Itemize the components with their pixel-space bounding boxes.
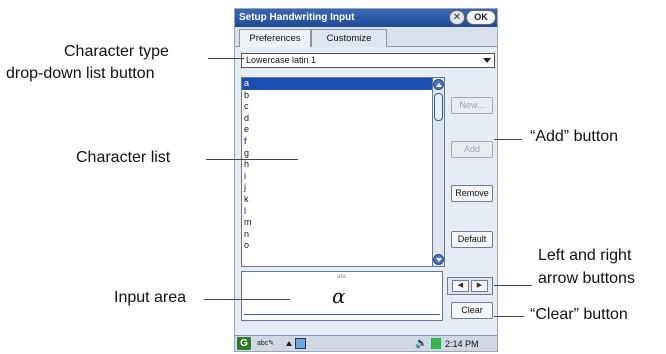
- list-item[interactable]: n: [242, 229, 432, 241]
- scroll-up-icon[interactable]: [433, 79, 444, 90]
- arrow-right-button[interactable]: ▶: [471, 280, 488, 292]
- tab-preferences[interactable]: Preferences: [239, 29, 311, 47]
- arrow-left-button[interactable]: ◀: [452, 280, 469, 292]
- list-item[interactable]: m: [242, 217, 432, 229]
- window-title: Setup Handwriting Input: [239, 12, 355, 23]
- handwritten-glyph: α: [332, 284, 346, 308]
- list-item[interactable]: o: [242, 240, 432, 252]
- logo-icon[interactable]: G: [237, 337, 251, 350]
- clear-button[interactable]: Clear: [451, 302, 493, 319]
- callout-arrows: Left and right: [538, 247, 632, 264]
- chevron-down-icon: [483, 58, 491, 63]
- callout-character-type: Character type: [64, 43, 169, 60]
- battery-icon[interactable]: [431, 338, 441, 349]
- callout-arrows-2: arrow buttons: [538, 270, 635, 287]
- list-item[interactable]: h: [242, 159, 432, 171]
- add-button[interactable]: Add: [451, 141, 493, 158]
- tab-customize[interactable]: Customize: [311, 29, 387, 47]
- list-item[interactable]: i: [242, 171, 432, 183]
- callout-character-type-2: drop-down list button: [6, 65, 155, 82]
- callout-line: [206, 159, 298, 160]
- list-item[interactable]: c: [242, 101, 432, 113]
- character-type-value: Lowercase latin 1: [246, 55, 317, 65]
- default-button[interactable]: Default: [451, 231, 493, 248]
- callout-character-list: Character list: [76, 149, 171, 166]
- callout-line: [494, 316, 524, 317]
- input-area[interactable]: abc α: [241, 271, 443, 321]
- close-button[interactable]: ✕: [449, 10, 465, 25]
- new-button[interactable]: New...: [451, 97, 493, 114]
- remove-button[interactable]: Remove: [451, 185, 493, 202]
- list-item[interactable]: g: [242, 148, 432, 160]
- list-item[interactable]: b: [242, 90, 432, 102]
- arrow-buttons: ◀ ▶: [447, 277, 493, 295]
- tab-strip: Preferences Customize: [235, 27, 497, 47]
- scroll-thumb[interactable]: [434, 93, 443, 121]
- app-icon[interactable]: [295, 338, 306, 349]
- callout-input-area: Input area: [114, 289, 187, 306]
- list-item[interactable]: k: [242, 194, 432, 206]
- character-type-dropdown[interactable]: Lowercase latin 1: [241, 53, 495, 68]
- device-screen: Setup Handwriting Input ✕ OK Preferences…: [234, 8, 498, 352]
- list-scrollbar[interactable]: [433, 77, 445, 267]
- input-mode-label: abc: [257, 340, 269, 347]
- taskbar: G abc✎ 🔈 2:14 PM: [235, 335, 497, 351]
- list-item[interactable]: j: [242, 182, 432, 194]
- character-list[interactable]: a b c d e f g h i j k l m n o: [241, 77, 433, 267]
- speaker-icon[interactable]: 🔈: [415, 337, 427, 350]
- callout-line: [494, 139, 522, 140]
- list-item[interactable]: e: [242, 124, 432, 136]
- list-item[interactable]: l: [242, 206, 432, 218]
- callout-clear-button: “Clear” button: [530, 306, 628, 323]
- callout-line: [494, 285, 532, 286]
- callout-add-button: “Add” button: [530, 128, 619, 145]
- callout-line: [204, 299, 290, 300]
- input-mode-icon[interactable]: abc✎: [257, 338, 274, 350]
- list-item[interactable]: d: [242, 113, 432, 125]
- arrow-up-icon[interactable]: [286, 341, 292, 346]
- scroll-down-icon[interactable]: [433, 254, 444, 265]
- list-item[interactable]: a: [242, 78, 432, 90]
- ok-button[interactable]: OK: [466, 10, 496, 25]
- callout-line: [208, 58, 244, 59]
- baseline: [244, 314, 440, 315]
- list-item[interactable]: f: [242, 136, 432, 148]
- input-area-hint: abc: [337, 274, 347, 280]
- clock: 2:14 PM: [445, 339, 479, 349]
